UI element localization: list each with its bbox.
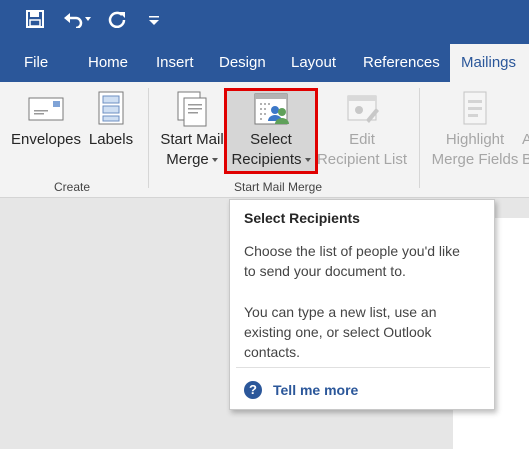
select-recipients-button[interactable]: Select Recipients	[227, 90, 315, 170]
tooltip-text-line: You can type a new list, use an	[244, 304, 437, 320]
customize-icon[interactable]	[148, 10, 160, 30]
start-mail-merge-label-1: Start Mail	[160, 131, 224, 148]
select-recipients-label-2: Recipients	[231, 151, 302, 168]
highlight-label-2: Merge Fields	[431, 151, 519, 168]
tab-home[interactable]: Home	[88, 44, 128, 82]
envelope-icon	[28, 97, 64, 121]
create-group-label: Create	[54, 180, 91, 194]
edit-recipient-label-2: Recipient List	[316, 151, 408, 168]
tooltip-text-line: Choose the list of people you'd like	[244, 243, 460, 259]
tab-mailings[interactable]: Mailings	[450, 44, 529, 82]
repeat-icon[interactable]	[108, 10, 126, 32]
group-divider	[419, 88, 420, 188]
start-mail-merge-button[interactable]: Start Mail Merge	[154, 90, 230, 170]
highlight-label-1: Highlight	[445, 131, 505, 148]
tooltip-divider	[236, 367, 490, 368]
tooltip-text-line: to send your document to.	[244, 263, 406, 279]
help-icon[interactable]: ?	[244, 381, 262, 399]
address-label-1: A	[522, 131, 529, 148]
edit-recipient-list-icon	[347, 95, 379, 123]
select-recipients-tooltip: Select Recipients Choose the list of peo…	[229, 199, 495, 410]
edit-recipient-list-button[interactable]: Edit Recipient List	[314, 90, 410, 170]
save-icon[interactable]	[26, 10, 44, 32]
labels-button[interactable]: Labels	[86, 90, 136, 150]
chevron-down-icon	[211, 158, 218, 163]
tab-design[interactable]: Design	[219, 44, 266, 82]
tab-file[interactable]: File	[24, 44, 48, 82]
highlight-merge-fields-icon	[463, 91, 487, 125]
select-recipients-icon	[254, 93, 289, 125]
tab-references[interactable]: References	[363, 44, 440, 82]
tooltip-description: Choose the list of people you'd like to …	[244, 241, 484, 281]
tooltip-text-line: existing one, or select Outlook	[244, 324, 432, 340]
start-mail-merge-group-label: Start Mail Merge	[234, 180, 323, 194]
envelopes-button[interactable]: Envelopes	[10, 90, 82, 150]
tooltip-details: You can type a new list, use an existing…	[244, 302, 484, 362]
title-bar	[0, 0, 529, 44]
tooltip-title: Select Recipients	[244, 210, 360, 226]
labels-label: Labels	[88, 131, 134, 148]
chevron-down-icon	[304, 158, 311, 163]
tooltip-text-line: contacts.	[244, 344, 301, 360]
tab-insert[interactable]: Insert	[156, 44, 194, 82]
tab-layout[interactable]: Layout	[291, 44, 336, 82]
address-block-button[interactable]: A Bl	[522, 130, 529, 170]
edit-recipient-label-1: Edit	[349, 131, 375, 148]
highlight-merge-fields-button[interactable]: Highlight Merge Fields	[428, 90, 522, 170]
ribbon-tabs: File Home Insert Design Layout Reference…	[0, 44, 529, 82]
group-divider	[148, 88, 149, 188]
start-mail-merge-icon	[177, 91, 207, 127]
start-mail-merge-label-2: Merge	[166, 151, 209, 168]
labels-icon	[98, 91, 124, 125]
tell-me-more-link[interactable]: Tell me more	[273, 381, 358, 399]
address-label-2: Bl	[522, 151, 529, 168]
undo-icon[interactable]	[63, 10, 91, 32]
envelopes-label: Envelopes	[10, 131, 82, 148]
select-recipients-label-1: Select	[250, 131, 292, 148]
